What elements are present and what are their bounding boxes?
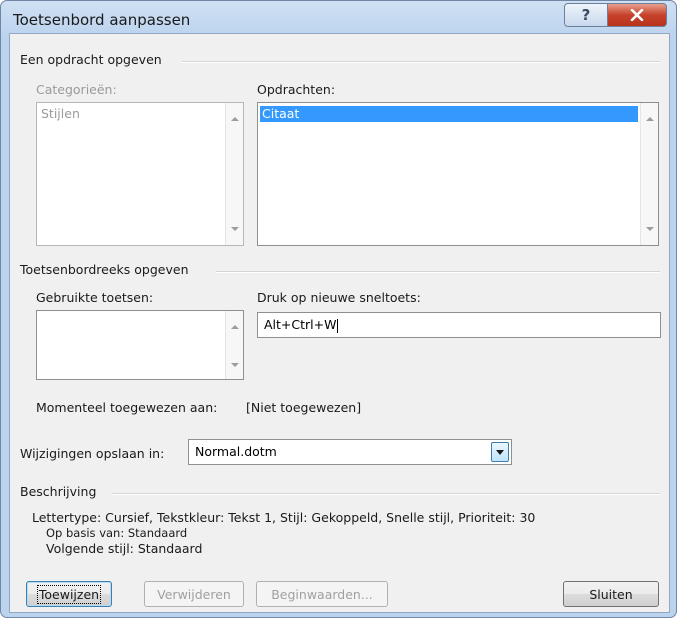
categories-label: Categorieën: (36, 82, 117, 97)
close-icon (630, 9, 644, 21)
save-in-label: Wijzigingen opslaan in: (20, 446, 165, 461)
current-keys-label: Gebruikte toetsen: (36, 290, 154, 305)
remove-button-label: Verwijderen (157, 586, 231, 602)
save-in-value: Normal.dotm (195, 444, 277, 459)
reset-all-button[interactable]: Beginwaarden... (256, 581, 388, 607)
commands-label: Opdrachten: (257, 82, 336, 97)
dialog-body: Een opdracht opgeven Categorieën: Stijle… (9, 33, 670, 613)
assigned-value: [Niet toegewezen] (246, 400, 362, 415)
remove-button[interactable]: Verwijderen (144, 581, 244, 607)
scroll-down-icon[interactable] (231, 227, 239, 231)
scroll-down-icon[interactable] (646, 227, 654, 231)
text-caret (337, 318, 339, 333)
key-section-divider (216, 271, 660, 273)
command-section-divider (182, 61, 660, 63)
key-section-heading: Toetsenbordreeks opgeven (20, 262, 189, 277)
description-line-2: Op basis van: Standaard (46, 526, 188, 540)
scroll-up-icon[interactable] (231, 117, 239, 121)
current-keys-scrollbar[interactable] (225, 311, 243, 379)
categories-listbox[interactable]: Stijlen (36, 102, 244, 246)
window-title: Toetsenbord aanpassen (13, 11, 191, 29)
dialog-window: Toetsenbord aanpassen ? Een opdracht opg… (0, 0, 677, 618)
list-item-selected[interactable]: Citaat (260, 106, 638, 122)
current-keys-listbox[interactable] (36, 310, 244, 380)
description-line-3: Volgende stijl: Standaard (46, 541, 203, 556)
close-window-button[interactable] (607, 3, 667, 27)
assigned-label: Momenteel toegewezen aan: (36, 400, 218, 415)
commands-listbox[interactable]: Citaat (257, 102, 659, 246)
save-in-dropdown[interactable]: Normal.dotm (188, 439, 512, 465)
new-key-label: Druk op nieuwe sneltoets: (257, 290, 421, 305)
list-item[interactable]: Stijlen (41, 106, 80, 121)
dropdown-button[interactable] (491, 442, 509, 462)
chevron-down-icon (496, 450, 504, 455)
description-line-1: Lettertype: Cursief, Tekstkleur: Tekst 1… (32, 510, 536, 525)
new-shortcut-input[interactable]: Alt+Ctrl+W (257, 312, 661, 338)
description-divider (112, 493, 660, 495)
close-button[interactable]: Sluiten (563, 581, 659, 607)
assign-button[interactable]: Toewijzen (26, 581, 112, 607)
categories-scrollbar[interactable] (225, 103, 243, 245)
scroll-up-icon[interactable] (231, 325, 239, 329)
help-button[interactable]: ? (564, 3, 608, 27)
assign-button-label: Toewijzen (36, 584, 102, 604)
commands-scrollbar[interactable] (640, 103, 658, 245)
new-shortcut-value: Alt+Ctrl+W (264, 317, 337, 332)
description-heading: Beschrijving (20, 484, 97, 499)
command-section-heading: Een opdracht opgeven (20, 52, 162, 67)
reset-all-button-label: Beginwaarden... (271, 586, 373, 602)
scroll-down-icon[interactable] (231, 363, 239, 367)
close-button-label: Sluiten (589, 586, 633, 602)
scroll-up-icon[interactable] (646, 117, 654, 121)
help-icon: ? (581, 6, 591, 24)
